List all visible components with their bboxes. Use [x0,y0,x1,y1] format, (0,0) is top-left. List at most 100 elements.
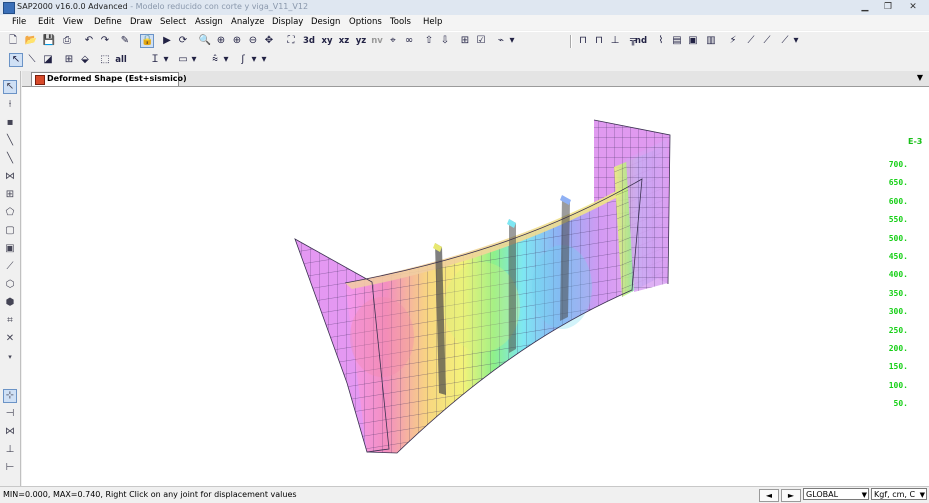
zoom-in-icon[interactable]: ⊕ [230,34,244,48]
view-yz-button[interactable]: yz [354,34,368,48]
units-select[interactable]: Kgf, cm, C ▼ [871,488,927,500]
draw-section-cut-icon[interactable]: ⌗ [3,314,17,328]
frame-release-icon[interactable]: ⊓ [592,34,606,48]
quick-draw-area-icon[interactable]: ▣ [3,242,17,256]
redo-icon[interactable]: ↷ [98,34,112,48]
lock-model-icon[interactable]: 🔒 [140,34,154,48]
section-designer-icon[interactable]: Ｉ [148,53,162,67]
frame-icon[interactable]: ⊓ [576,34,590,48]
select-line-icon[interactable]: ⟍ [25,53,39,67]
design-icon[interactable]: ⚡ [726,34,740,48]
show-deformed-icon[interactable]: ⩯ [208,53,222,67]
show-tables-icon[interactable]: ▤ [670,34,684,48]
chevron-down-icon[interactable]: ▾ [162,53,170,67]
menu-display[interactable]: Display [272,17,303,27]
draw-line-icon[interactable]: ⟋ [744,34,758,48]
select-all-button[interactable]: all [114,53,128,67]
view-nv-button[interactable]: nv [370,34,384,48]
reshape-icon[interactable]: ⍿ [3,98,17,112]
rotate-3d-icon[interactable]: ⟳ [176,34,190,48]
quick-draw-secondary-icon[interactable]: ⊞ [3,188,17,202]
menu-select[interactable]: Select [160,17,186,27]
select-intersect-icon[interactable]: ◪ [41,53,55,67]
quick-draw-braces-icon[interactable]: ⋈ [3,170,17,184]
select-previous-icon[interactable]: ⬚ [98,53,112,67]
menu-draw[interactable]: Draw [130,17,152,27]
menu-design[interactable]: Design [311,17,340,27]
pointer-icon[interactable]: ↖ [3,80,17,94]
undo-icon[interactable]: ↶ [82,34,96,48]
pencil-icon[interactable]: ✎ [118,34,132,48]
zoom-restore-icon[interactable]: ⊕ [214,34,228,48]
up-arrow-icon[interactable]: ⇧ [422,34,436,48]
minimize-button[interactable]: ▁ [855,1,875,13]
menu-options[interactable]: Options [349,17,382,27]
quick-draw-solid-icon[interactable]: ⬢ [3,296,17,310]
new-model-icon[interactable]: 🗋 [6,34,20,48]
draw-poly-area-icon[interactable]: ⬠ [3,206,17,220]
draw-area-icon[interactable]: ⟋ [760,34,774,48]
draw-frame-icon[interactable]: ╲ [3,134,17,148]
tab-menu-arrow[interactable]: ▼ [917,73,923,82]
run-analysis-icon[interactable]: ▶ [160,34,174,48]
view-xy-button[interactable]: xy [320,34,334,48]
draw-rect-area-icon[interactable]: ▢ [3,224,17,238]
menu-define[interactable]: Define [94,17,122,27]
menu-view[interactable]: View [63,17,83,27]
chevron-down-icon[interactable]: ▾ [3,350,17,361]
tab-deformed-shape[interactable]: Deformed Shape (Est+sismico) [31,72,187,86]
view-xz-button[interactable]: xz [337,34,351,48]
menu-edit[interactable]: Edit [38,17,54,27]
snap-lines-icon[interactable]: ⊢ [3,461,17,475]
chevron-down-icon[interactable]: ▾ [190,53,198,67]
report-icon[interactable]: ▥ [704,34,718,48]
quick-draw-frame-icon[interactable]: ╲ [3,152,17,166]
snap-intersections-icon[interactable]: ⋈ [3,425,17,439]
menu-analyze[interactable]: Analyze [231,17,265,27]
select-by-property-icon[interactable]: ⬙ [78,53,92,67]
print-icon[interactable]: ⎙ [60,34,74,48]
coord-system-select[interactable]: GLOBAL ▼ [803,488,869,500]
show-properties-icon[interactable]: ▣ [686,34,700,48]
support-icon[interactable]: ⊥ [608,34,622,48]
draw-special-icon[interactable]: ⟋ [778,34,792,48]
deformed-shape-model[interactable] [22,87,929,486]
snap-perpendicular-icon[interactable]: ⊥ [3,443,17,457]
show-forces-stresses-icon[interactable]: ʃ [236,53,250,67]
pan-icon[interactable]: ✥ [262,34,276,48]
snap-ends-icon[interactable]: ⊣ [3,407,17,421]
rubber-band-icon[interactable]: ⌖ [386,34,400,48]
zoom-window-icon[interactable]: 🔍 [198,34,212,48]
perspective-icon[interactable]: ∞ [402,34,416,48]
show-forces-icon[interactable]: ⌇ [654,34,668,48]
select-grid-icon[interactable]: ⊞ [62,53,76,67]
select-pointer-icon[interactable]: ↖ [9,53,23,67]
save-icon[interactable]: 💾 [42,34,56,48]
draw-solid-icon[interactable]: ⬡ [3,278,17,292]
model-viewport[interactable] [22,87,929,486]
menu-file[interactable]: File [12,17,26,27]
set-nd-button[interactable]: nd [634,34,648,48]
draw-link-icon[interactable]: ⟋ [3,260,17,274]
menu-tools[interactable]: Tools [390,17,411,27]
maximize-button[interactable]: ❐ [878,1,898,13]
menu-assign[interactable]: Assign [195,17,223,27]
menu-help[interactable]: Help [423,17,442,27]
view-3d-icon[interactable]: ⛶ [284,34,298,48]
show-undeformed-icon[interactable]: ▭ [176,53,190,67]
chevron-down-icon[interactable]: ▾ [260,53,268,67]
zoom-out-icon[interactable]: ⊖ [246,34,260,48]
chevron-down-icon[interactable]: ▾ [508,34,516,48]
display-options-icon[interactable]: ⌁ [494,34,508,48]
chevron-down-icon[interactable]: ▾ [222,53,230,67]
draw-joint-icon[interactable]: ▪ [3,116,17,130]
nav-forward-button[interactable]: ► [781,489,801,502]
view-3d-button[interactable]: 3d [302,34,316,48]
check-icon[interactable]: ☑ [474,34,488,48]
open-icon[interactable]: 📂 [24,34,38,48]
chevron-down-icon[interactable]: ▾ [250,53,258,67]
close-button[interactable]: ✕ [903,1,923,13]
chevron-down-icon[interactable]: ▾ [792,34,800,48]
grid-icon[interactable]: ⊞ [458,34,472,48]
draw-dimension-icon[interactable]: ✕ [3,332,17,346]
